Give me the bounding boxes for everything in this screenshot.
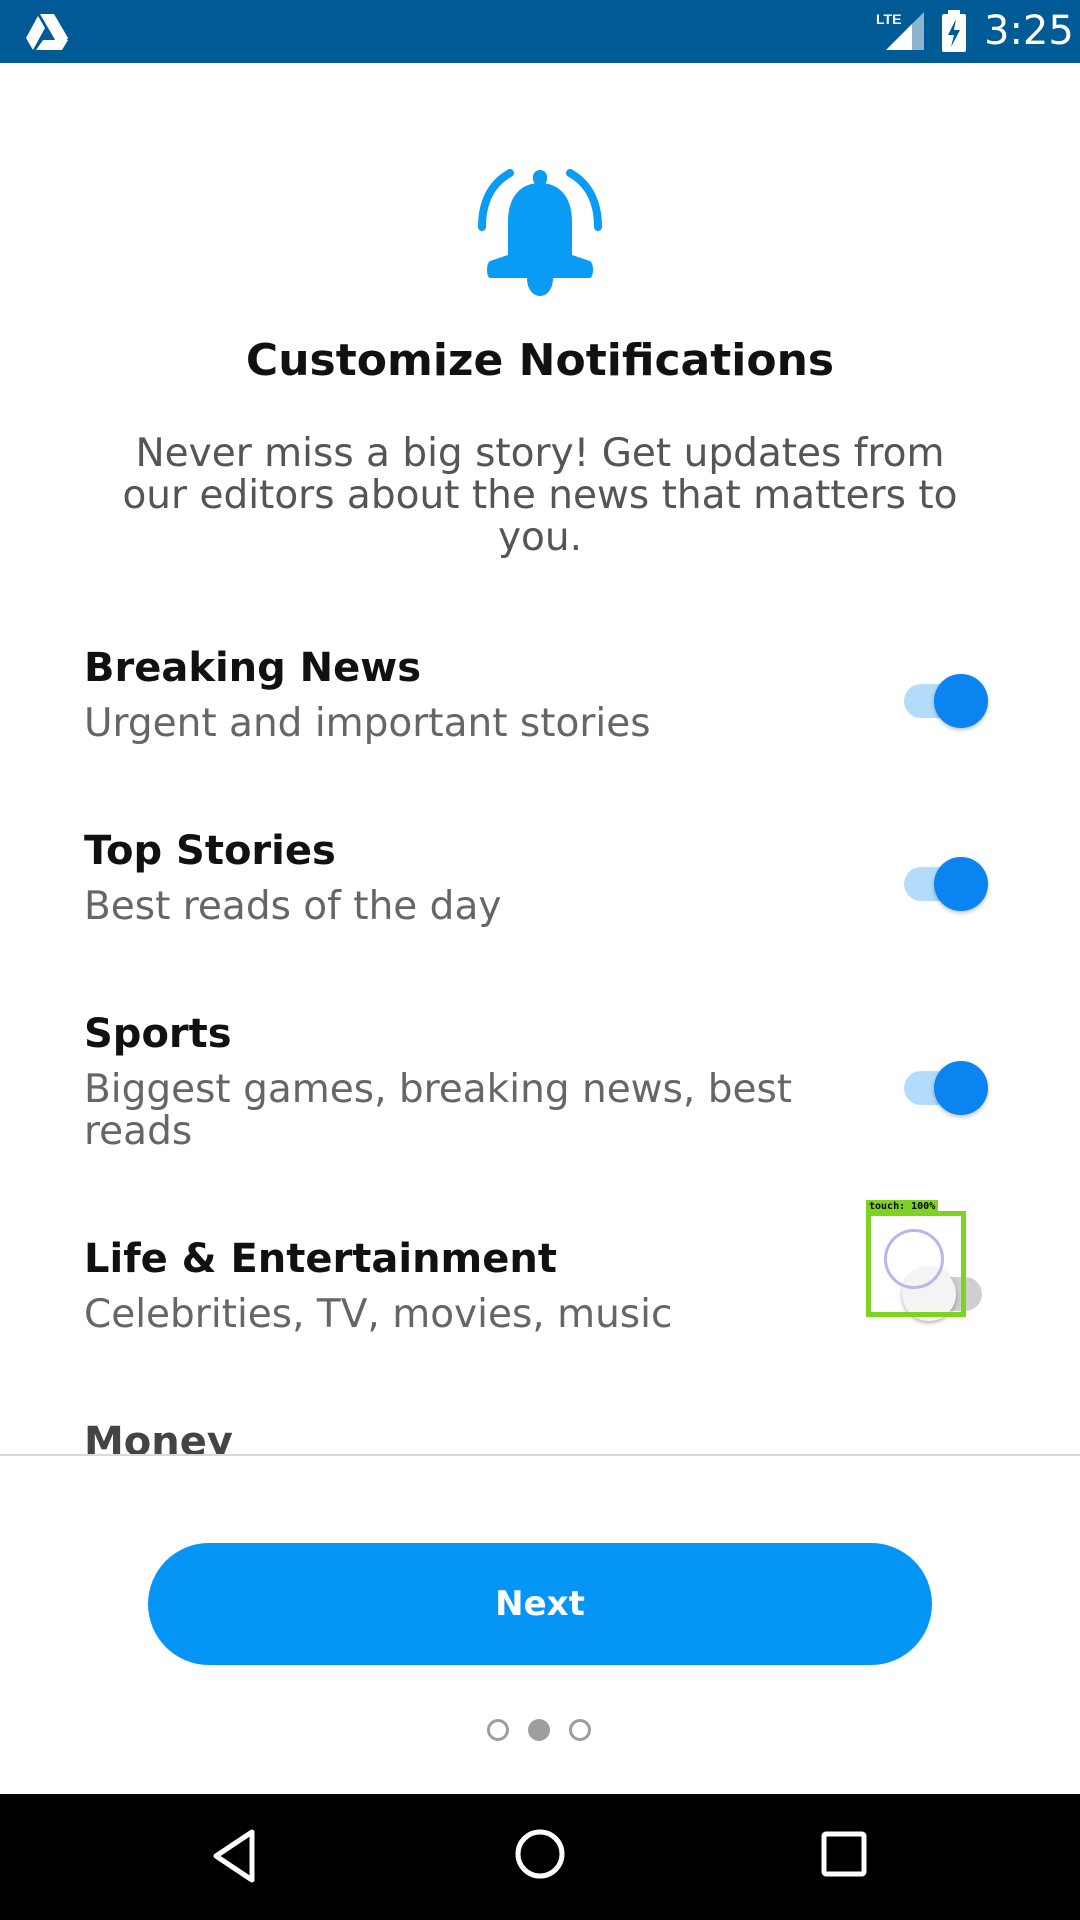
- bell-icon: [478, 169, 602, 296]
- lte-signal-icon: LTE: [876, 11, 924, 50]
- option-title: Breaking News: [84, 645, 422, 691]
- toggle-thumb: [934, 1061, 988, 1115]
- next-button[interactable]: Next: [148, 1543, 932, 1665]
- drive-logo-icon: [26, 14, 68, 50]
- footer-divider: [0, 1454, 1080, 1456]
- toggle-sports[interactable]: [902, 1059, 988, 1115]
- pager-dot-2-active: [528, 1719, 550, 1741]
- toggle-thumb: [934, 857, 988, 911]
- option-description: Best reads of the day: [84, 884, 502, 929]
- status-time: 3:25: [984, 8, 1074, 54]
- status-bar: LTE 3:25: [0, 0, 1080, 63]
- option-description: Celebrities, TV, movies, music: [84, 1292, 673, 1337]
- pager-dot-3: [569, 1719, 591, 1741]
- toggle-top-stories[interactable]: [902, 855, 988, 911]
- toggle-breaking-news[interactable]: [902, 672, 988, 728]
- option-description: Biggest games, breaking news, best reads: [84, 1067, 793, 1154]
- option-description: Urgent and important stories: [84, 701, 651, 746]
- touch-point-ring: [884, 1229, 944, 1289]
- intro-text: Never miss a big story! Get updates from…: [122, 431, 958, 560]
- battery-charging-icon: [942, 10, 966, 52]
- toggle-thumb: [934, 674, 988, 728]
- touch-indicator-label: touch: 100%: [866, 1200, 939, 1214]
- option-title: Money: [84, 1419, 233, 1455]
- home-icon[interactable]: [514, 1828, 566, 1880]
- option-title: Top Stories: [84, 828, 336, 874]
- notification-settings-list[interactable]: Customize Notifications Never miss a big…: [0, 63, 1080, 1455]
- network-type-label: LTE: [876, 11, 901, 27]
- back-icon[interactable]: [210, 1828, 258, 1884]
- navigation-bar: [0, 1794, 1080, 1920]
- option-title: Sports: [84, 1011, 232, 1057]
- recents-icon[interactable]: [820, 1830, 868, 1878]
- pager-dot-1: [487, 1719, 509, 1741]
- page-title: Customize Notifications: [245, 335, 835, 386]
- option-title: Life & Entertainment: [84, 1236, 557, 1282]
